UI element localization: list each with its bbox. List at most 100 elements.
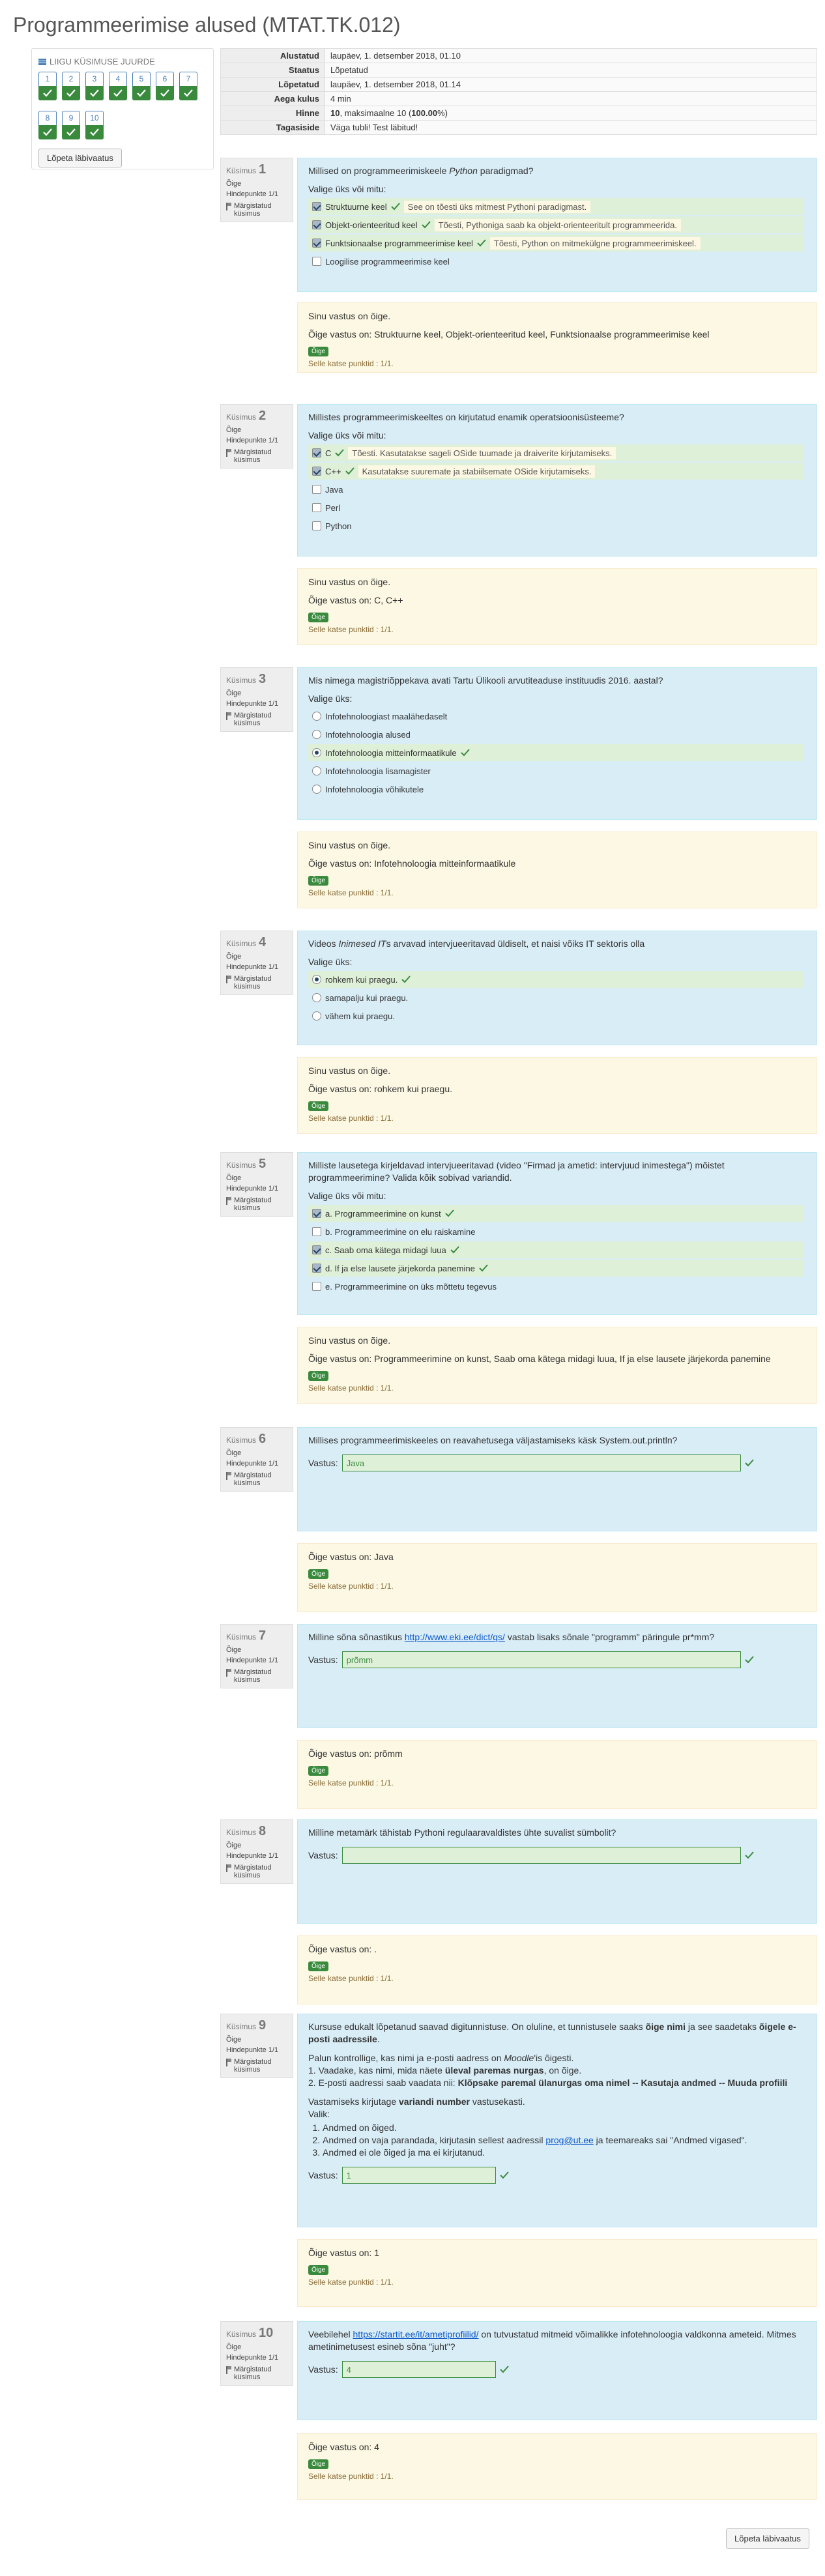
question-info: Küsimus 10 Õige Hindepunkte 1/1 Märgistatud … xyxy=(220,2321,293,2386)
answer-option[interactable]: Infotehnoloogia alused xyxy=(308,726,806,743)
page: Programmeerimise alused (MTAT.TK.012) LI… xyxy=(0,0,825,2576)
flag-question-toggle[interactable]: Märgistatud küsimus xyxy=(226,2058,287,2074)
answered-correct-indicator xyxy=(109,86,127,100)
startit-link[interactable]: https://startit.ee/it/ametiprofiilid/ xyxy=(353,2329,479,2339)
answer-option[interactable]: d. If ja else lausete järjekorda panemin… xyxy=(308,1260,803,1277)
option-feedback: Tõesti, Pythoniga saab ka objekt-oriente… xyxy=(434,218,681,231)
answer-option[interactable]: c. Saab oma kätega midagi luua xyxy=(308,1241,803,1258)
checkbox[interactable] xyxy=(312,239,321,248)
email-link[interactable]: prog@ut.ee xyxy=(545,2135,593,2145)
answer-input[interactable] xyxy=(341,2167,496,2184)
nav-question-8-button[interactable]: 8 xyxy=(38,111,57,139)
question-text: Milliste lausetega kirjeldavad intervjue… xyxy=(308,1160,725,1183)
answer-option[interactable]: C++ Kasutatakse suuremate ja stabiilsemat… xyxy=(308,463,803,480)
checkbox[interactable] xyxy=(312,448,321,457)
radio-button[interactable] xyxy=(312,975,321,984)
checkbox[interactable] xyxy=(312,521,321,530)
answer-option[interactable]: Python xyxy=(308,517,806,534)
answer-option[interactable]: Funktsionaalse programmeerimise keel Tões… xyxy=(308,235,803,252)
nav-question-5-button[interactable]: 5 xyxy=(132,72,151,100)
nav-question-10-button[interactable]: 10 xyxy=(85,111,104,139)
flag-question-toggle[interactable]: Märgistatud küsimus xyxy=(226,202,287,218)
nav-question-6-button[interactable]: 6 xyxy=(156,72,174,100)
answer-input[interactable] xyxy=(341,1454,741,1471)
radio-button[interactable] xyxy=(312,1011,321,1020)
summary-row: Alustatud laupäev, 1. detsember 2018, 01.… xyxy=(220,48,817,63)
answer-option[interactable]: Objekt-orienteeritud keel Tõesti, Pythoni… xyxy=(308,216,803,233)
flag-question-toggle[interactable]: Märgistatud küsimus xyxy=(226,448,287,464)
question-info: Küsimus 9 Õige Hindepunkte 1/1 Märgistatud k… xyxy=(220,2014,293,2078)
option-feedback: Tõesti. Kasutatakse sageli OSide tuumade… xyxy=(348,446,616,459)
answer-input[interactable] xyxy=(341,1651,741,1668)
finish-review-button[interactable]: Lõpeta läbivaatus xyxy=(38,149,122,167)
flag-question-toggle[interactable]: Märgistatud küsimus xyxy=(226,1471,287,1487)
answer-option[interactable]: Loogilise programmeerimise keel xyxy=(308,253,806,270)
answer-option[interactable]: e. Programmeerimine on üks mõttetu tegev… xyxy=(308,1278,806,1295)
checkmark-icon xyxy=(184,89,193,97)
question-outcome: Sinu vastus on õige. Õige vastus on: roh… xyxy=(297,1057,817,1134)
nav-question-7-button[interactable]: 7 xyxy=(179,72,197,100)
flag-question-toggle[interactable]: Märgistatud küsimus xyxy=(226,1864,287,1879)
finish-review-bottom-button[interactable]: Lõpeta läbivaatus xyxy=(726,2528,809,2549)
radio-button[interactable] xyxy=(312,730,321,739)
checkbox[interactable] xyxy=(312,467,321,476)
dictionary-link[interactable]: http://www.eki.ee/dict/qs/ xyxy=(405,1632,505,1642)
answer-input[interactable] xyxy=(341,1847,741,1864)
checkbox[interactable] xyxy=(312,257,321,266)
flag-question-toggle[interactable]: Märgistatud küsimus xyxy=(226,2366,287,2381)
answer-option[interactable]: C Tõesti. Kasutatakse sageli OSide tuumad… xyxy=(308,444,803,461)
nav-question-1-button[interactable]: 1 xyxy=(38,72,57,100)
nav-question-4-button[interactable]: 4 xyxy=(109,72,127,100)
answer-option[interactable]: Struktuurne keel See on tõesti üks mitmes… xyxy=(308,198,803,215)
nav-question-2-button[interactable]: 2 xyxy=(62,72,80,100)
answer-option[interactable]: Infotehnoloogia lisamagister xyxy=(308,762,806,779)
question-outcome: Õige vastus on: 4 Õige Selle katse punkt… xyxy=(297,2433,817,2500)
status-badge: Õige xyxy=(308,347,329,356)
question-content: Veebilehel https://startit.ee/it/ametipr… xyxy=(297,2321,817,2420)
radio-button[interactable] xyxy=(312,785,321,794)
checkbox[interactable] xyxy=(312,1264,321,1273)
question-outcome: Õige vastus on: prõmm Õige Selle katse p… xyxy=(297,1740,817,1809)
checkmark-icon xyxy=(421,221,431,229)
checkbox[interactable] xyxy=(312,1227,321,1236)
answer-option[interactable]: a. Programmeerimine on kunst xyxy=(308,1205,803,1222)
flag-question-toggle[interactable]: Märgistatud küsimus xyxy=(226,975,287,991)
quiz-navigation: LIIGU KÜSIMUSE JUURDE 1 2 3 4 5 6 7 8 9 10 Lõpeta… xyxy=(31,48,214,169)
checkmark-icon xyxy=(479,1264,488,1272)
radio-button[interactable] xyxy=(312,766,321,775)
question-content: Mis nimega magistriõppekava avati Tartu … xyxy=(297,667,817,820)
answer-option[interactable]: Java xyxy=(308,481,806,498)
checkmark-icon xyxy=(113,89,123,97)
answer-option[interactable]: samapalju kui praegu. xyxy=(308,989,806,1006)
radio-button[interactable] xyxy=(312,712,321,721)
flag-icon xyxy=(226,1669,231,1677)
checkbox[interactable] xyxy=(312,202,321,211)
answer-option[interactable]: Infotehnoloogia mitteinformaatikule xyxy=(308,744,803,761)
nav-question-3-button[interactable]: 3 xyxy=(85,72,104,100)
question-outcome: Sinu vastus on õige. Õige vastus on: C, … xyxy=(297,568,817,645)
answer-option[interactable]: b. Programmeerimine on elu raiskamine xyxy=(308,1223,806,1240)
radio-button[interactable] xyxy=(312,748,321,757)
checkbox[interactable] xyxy=(312,503,321,512)
answer-option[interactable]: rohkem kui praegu. xyxy=(308,971,803,988)
flag-question-toggle[interactable]: Märgistatud küsimus xyxy=(226,1196,287,1212)
answer-option[interactable]: Infotehnoloogia võhikutele xyxy=(308,781,806,798)
answer-option[interactable]: Infotehnoloogiast maalähedaselt xyxy=(308,708,806,725)
checkmark-icon xyxy=(499,2171,509,2179)
answer-option[interactable]: vähem kui praegu. xyxy=(308,1007,806,1024)
quiz-navigation-heading: LIIGU KÜSIMUSE JUURDE xyxy=(38,57,207,66)
nav-question-9-button[interactable]: 9 xyxy=(62,111,80,139)
flag-question-toggle[interactable]: Märgistatud küsimus xyxy=(226,712,287,727)
checkbox[interactable] xyxy=(312,485,321,494)
checkbox[interactable] xyxy=(312,1245,321,1254)
flag-question-toggle[interactable]: Märgistatud küsimus xyxy=(226,1668,287,1684)
answer-option[interactable]: Perl xyxy=(308,499,806,516)
radio-button[interactable] xyxy=(312,993,321,1002)
flag-icon xyxy=(226,2059,231,2066)
checkbox[interactable] xyxy=(312,220,321,229)
flag-icon xyxy=(226,449,231,457)
checkbox[interactable] xyxy=(312,1282,321,1291)
checkbox[interactable] xyxy=(312,1209,321,1218)
answer-input[interactable] xyxy=(341,2361,496,2378)
option-feedback: Tõesti, Python on mitmekülgne programmee… xyxy=(489,237,701,250)
